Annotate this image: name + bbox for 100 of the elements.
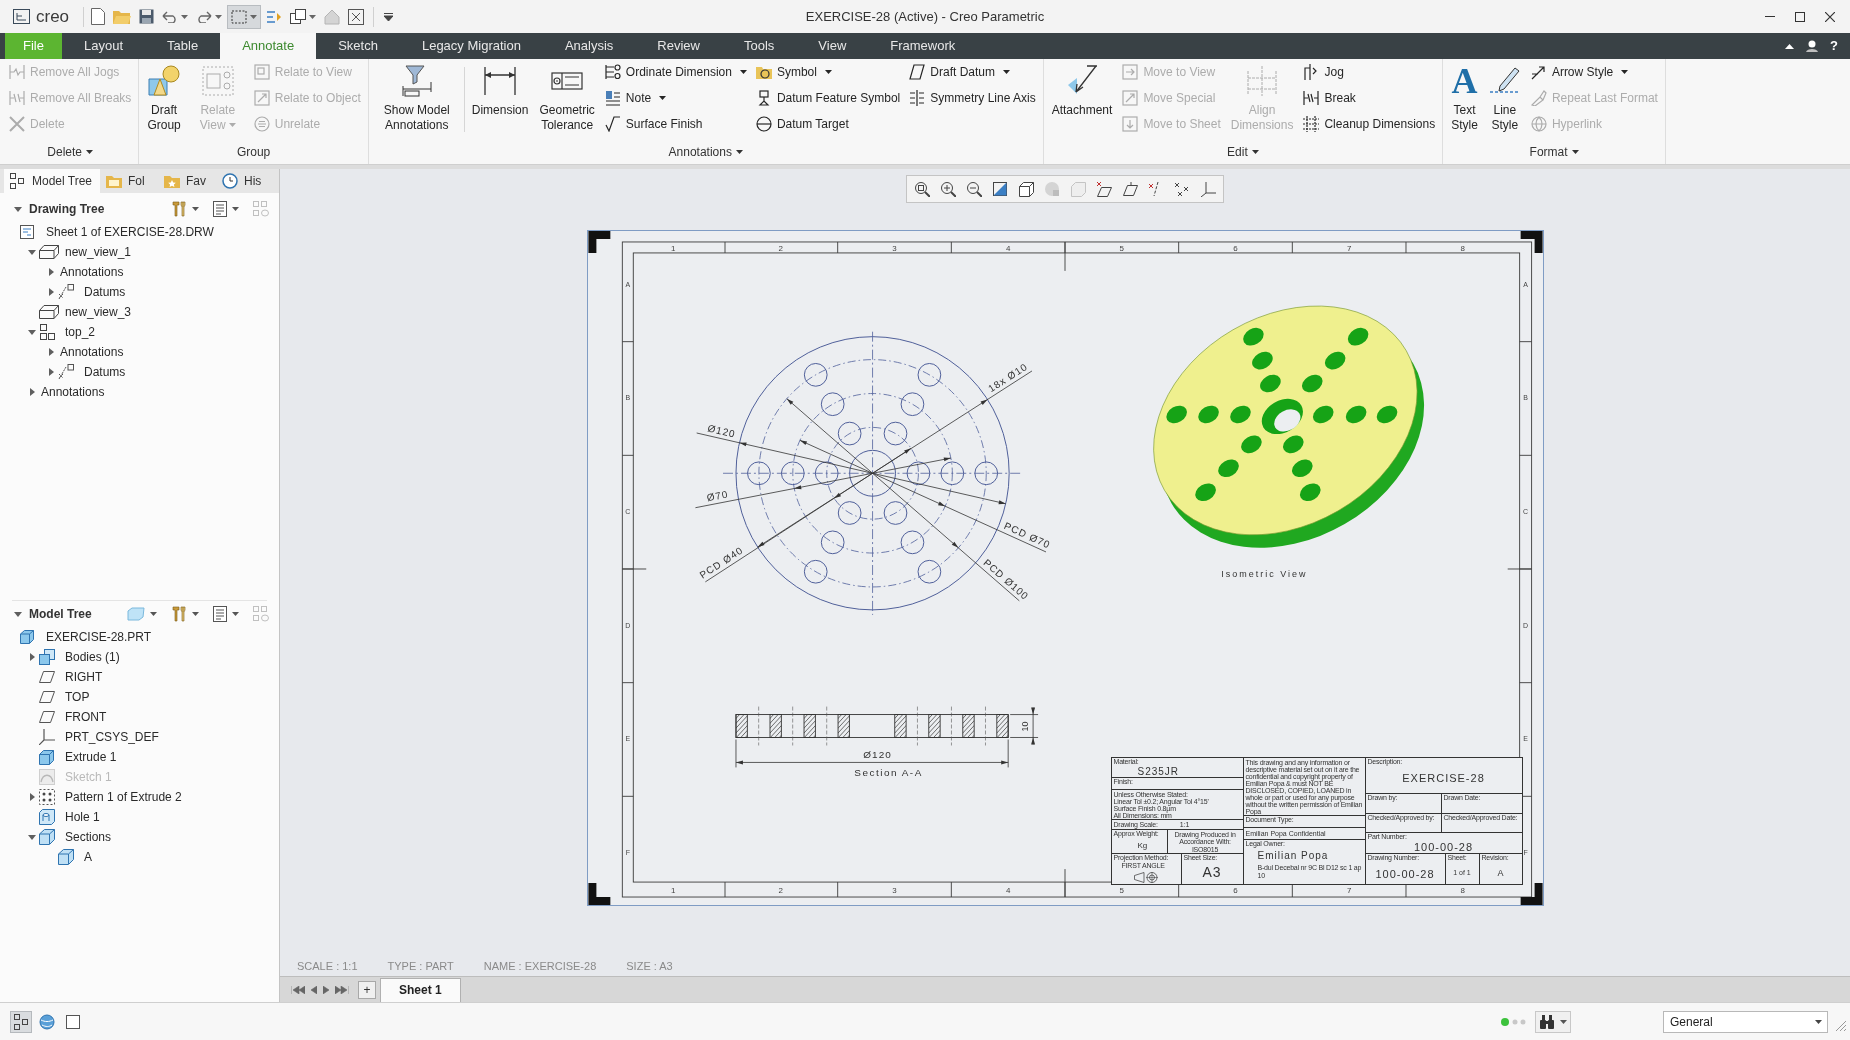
ribbon-button[interactable]: Arrow Style — [1527, 59, 1661, 85]
house-icon — [324, 8, 341, 25]
ribbon-button[interactable]: Show Model Annotations — [372, 59, 461, 133]
selection-box-button[interactable] — [227, 4, 262, 29]
ribbon-tab[interactable]: Layout — [62, 33, 146, 59]
tree-item[interactable]: Annotations — [0, 262, 279, 282]
tree-item[interactable]: top_2 — [0, 322, 279, 342]
nested-squares-icon — [253, 64, 270, 80]
ribbon-tab[interactable]: View — [796, 33, 869, 59]
tree-section-toggle[interactable]: Model Tree — [14, 605, 92, 623]
help-button[interactable]: ? — [1830, 36, 1838, 56]
ribbon-tab[interactable]: Sketch — [316, 33, 400, 59]
ribbon-button[interactable]: Attachment — [1047, 59, 1117, 118]
zone-label: 1 — [670, 886, 675, 896]
dimension-icon — [484, 65, 517, 97]
ribbon-button[interactable]: A Text Style — [1447, 59, 1482, 133]
cross-icon — [9, 116, 25, 132]
view-label: Section A-A — [853, 767, 923, 779]
tree-tool-button[interactable] — [213, 606, 239, 622]
ribbon-button[interactable]: Note — [601, 85, 750, 111]
filter-dropdown[interactable]: General — [1663, 1010, 1828, 1033]
status-dots-icon — [1501, 1017, 1527, 1026]
tree-item[interactable]: new_view_1 — [0, 242, 279, 262]
cube-icon — [58, 849, 74, 865]
ribbon-button[interactable]: Datum Feature Symbol — [752, 85, 904, 111]
tree-item[interactable]: A — [0, 847, 279, 867]
ribbon-tab[interactable]: Legacy Migration — [399, 33, 543, 59]
ribbon-button[interactable]: Jog — [1300, 59, 1439, 85]
tree-item[interactable]: Sheet 1 of EXERCISE-28.DRW — [0, 222, 279, 242]
lines-arrow-icon — [266, 8, 283, 25]
tree-tool-button[interactable] — [171, 201, 199, 217]
corner-mark — [1520, 883, 1543, 905]
app-logo: creo — [36, 6, 70, 27]
ribbon-tab[interactable]: Tools — [721, 33, 797, 59]
tree-tool-button[interactable] — [127, 607, 157, 621]
find-button[interactable] — [1535, 1010, 1571, 1033]
tree-item[interactable]: EXERCISE-28.PRT — [0, 627, 279, 647]
ribbon-tab[interactable]: Annotate — [220, 33, 317, 59]
redo-arrow-icon — [196, 10, 213, 23]
tree-item[interactable]: Extrude 1 — [0, 747, 279, 767]
ribbon-button[interactable]: Line Style — [1484, 59, 1525, 133]
cube-icon — [1070, 181, 1086, 197]
ribbon-button[interactable]: Symbol — [752, 59, 904, 85]
tree-item[interactable]: PRT_CSYS_DEF — [0, 727, 279, 747]
group-menu-button[interactable]: Format — [1529, 143, 1579, 161]
tree-item[interactable]: new_view_3 — [0, 302, 279, 322]
tree-item[interactable]: Bodies (1) — [0, 647, 279, 667]
tree-toggle-button[interactable] — [10, 1010, 32, 1033]
tree-section-toggle[interactable]: Drawing Tree — [14, 200, 105, 218]
tree-item[interactable]: Annotations — [0, 382, 279, 402]
ribbon-button[interactable]: Surface Finish — [601, 111, 750, 137]
sheet-tab[interactable]: Sheet 1 — [380, 977, 461, 1002]
ribbon-button[interactable]: Dimension — [467, 59, 533, 118]
zone-label: 7 — [1346, 886, 1351, 896]
ribbon-button[interactable]: Cleanup Dimensions — [1300, 111, 1439, 137]
status-text: NAME : EXERCISE-28 — [483, 958, 597, 974]
group-menu-button[interactable]: Annotations — [668, 143, 743, 161]
ribbon-tab[interactable]: Review — [635, 33, 722, 59]
tree-tool-button[interactable] — [213, 201, 239, 217]
squares-icon — [14, 1013, 28, 1030]
zone-label: 1 — [670, 243, 675, 253]
ribbon-button[interactable]: Draft Group — [143, 59, 185, 133]
ribbon-button[interactable]: Symmetry Line Axis — [906, 85, 1039, 111]
panel-tab[interactable]: Model Tree — [4, 169, 100, 193]
zone-label: 6 — [1232, 886, 1238, 896]
status-text: TYPE : PART — [387, 958, 454, 974]
list-icon — [213, 606, 227, 622]
tree-item[interactable]: Sections — [0, 827, 279, 847]
group-menu-button[interactable]: Delete — [47, 143, 94, 161]
ribbon-tab[interactable]: Analysis — [542, 33, 636, 59]
add-sheet-button[interactable]: + — [358, 980, 376, 999]
dashed-box-icon — [231, 9, 248, 24]
tree-item[interactable]: RIGHT — [0, 667, 279, 687]
corner-mark — [587, 883, 610, 905]
tree-item[interactable]: Hole 1 — [0, 807, 279, 827]
tree-item[interactable]: Pattern 1 of Extrude 2 — [0, 787, 279, 807]
first-page-icon — [291, 985, 305, 994]
ribbon-button[interactable]: Geometric Tolerance — [535, 59, 599, 133]
zone-label: 8 — [1460, 243, 1465, 253]
cross-square-icon — [348, 8, 365, 25]
dimension-label: Ø120 — [706, 422, 737, 440]
ribbon-button[interactable]: Datum Target — [752, 111, 904, 137]
tree-item[interactable]: FRONT — [0, 707, 279, 727]
group-menu-button[interactable]: Edit — [1227, 143, 1259, 161]
ribbon-tab[interactable]: Table — [145, 33, 221, 59]
tree-tool-button[interactable] — [171, 606, 199, 622]
tree-item[interactable]: Datums — [0, 282, 279, 302]
dotted-grid-icon — [39, 789, 55, 805]
caret-down-icon — [181, 14, 189, 19]
ribbon-button[interactable]: Ordinate Dimension — [601, 59, 750, 85]
arrow-icon — [1530, 64, 1547, 80]
tree-item[interactable]: Datums — [0, 362, 279, 382]
tree-item[interactable]: TOP — [0, 687, 279, 707]
ribbon-tab[interactable]: Framework — [868, 33, 978, 59]
ribbon-button[interactable]: Break — [1300, 85, 1439, 111]
corner-mark — [1520, 231, 1543, 253]
tree-item[interactable]: Annotations — [0, 342, 279, 362]
plane-icon — [39, 671, 55, 683]
ribbon-button[interactable]: Draft Datum — [906, 59, 1039, 85]
file-icon — [91, 8, 106, 25]
